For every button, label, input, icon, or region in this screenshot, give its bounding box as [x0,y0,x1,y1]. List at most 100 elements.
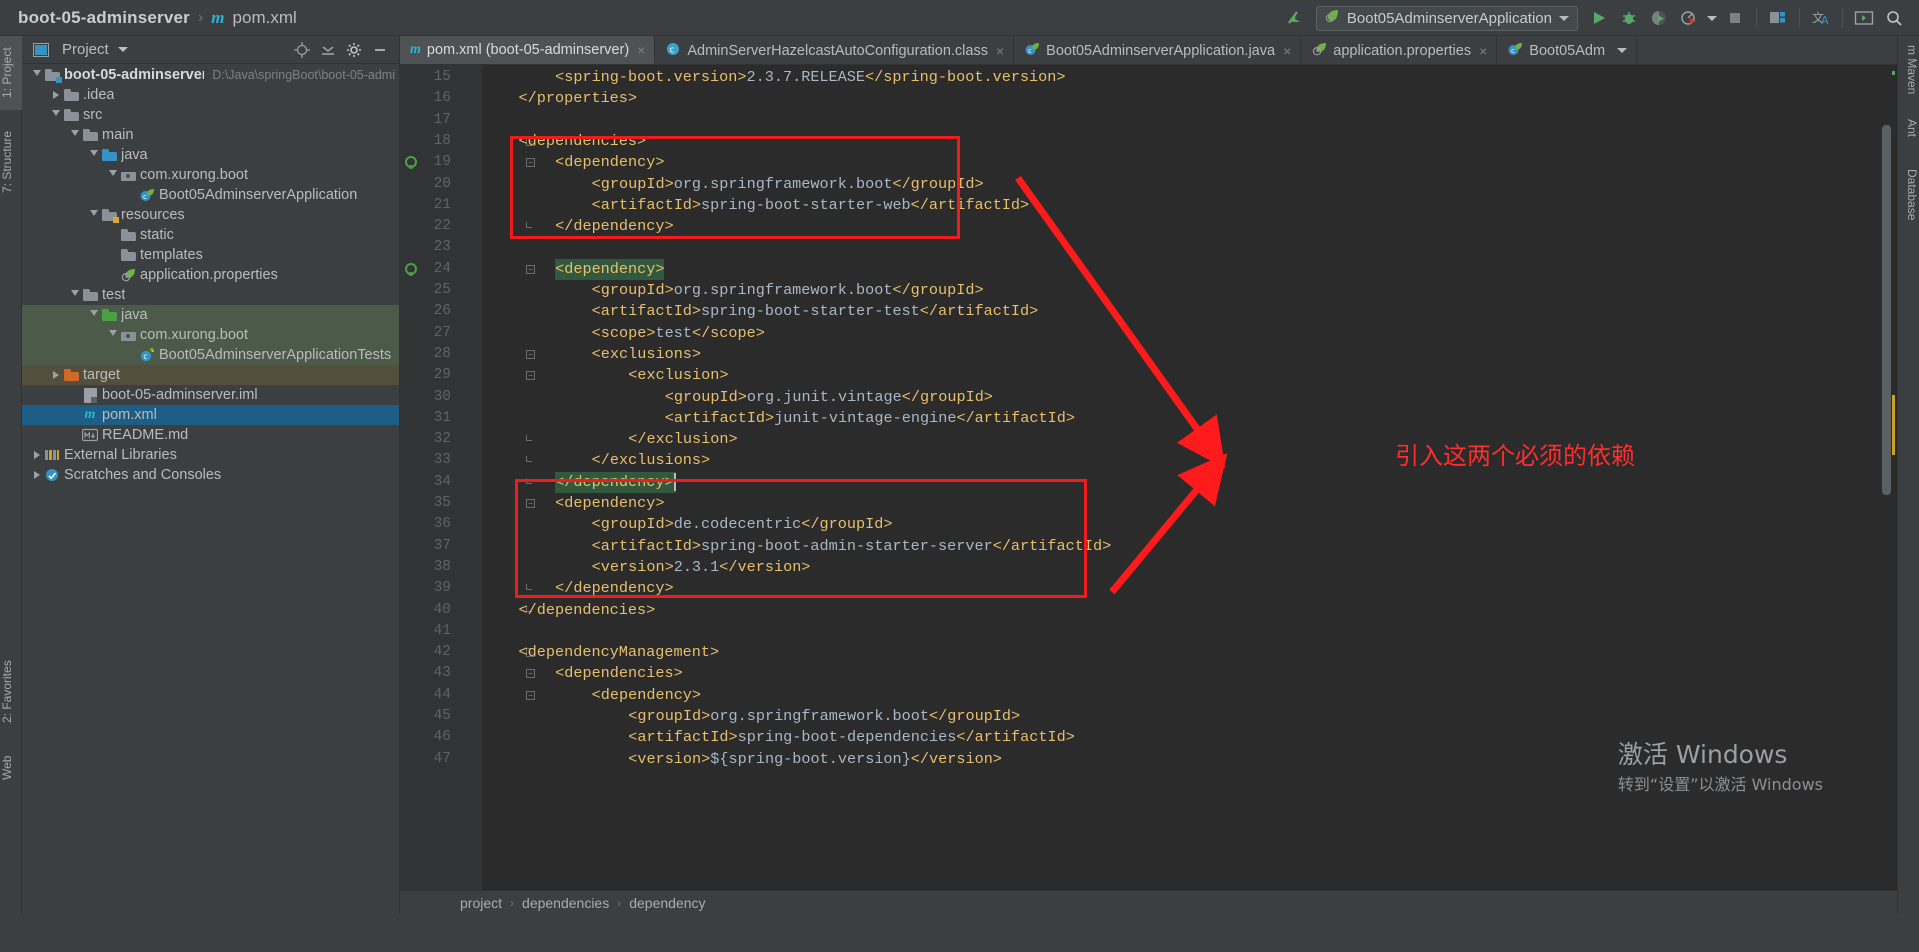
code-line[interactable]: <artifactId>junit-vintage-engine</artifa… [665,408,1075,429]
tree-row[interactable]: External Libraries [22,445,399,465]
code-line[interactable]: <dependencyManagement> [519,642,720,663]
tree-row[interactable]: com.xurong.boot [22,325,399,345]
chevron-down-icon[interactable] [68,125,81,145]
editor-tab[interactable]: application.properties × [1301,36,1498,64]
tree-row[interactable]: README.md [22,425,399,445]
chevron-down-icon[interactable] [49,105,62,125]
code-line[interactable]: </dependency> [555,578,673,599]
chevron-right-icon[interactable] [30,465,43,485]
project-structure-icon[interactable] [1763,4,1793,32]
profiler-dropdown-icon[interactable] [1704,4,1720,32]
code-line[interactable]: <dependency> [592,685,701,706]
code-line[interactable]: <groupId>org.springframework.boot</group… [592,174,984,195]
code-line[interactable]: <exclusions> [592,344,701,365]
editor-gutter[interactable]: 15 16 17 18 19 20 21 22 23 24 25 26 27 28 29 30 31 32 33 34… [400,65,460,890]
code-line[interactable]: <dependency> [555,152,664,173]
code-line[interactable]: </exclusion> [628,429,737,450]
chevron-down-icon[interactable] [106,165,119,185]
editor-vertical-scrollbar[interactable] [1882,125,1891,495]
tree-row[interactable]: c Boot05AdminserverApplicationTests [22,345,399,365]
translate-icon[interactable]: 文A [1806,4,1836,32]
code-line[interactable]: </dependency> [555,216,673,237]
chevron-down-icon[interactable] [106,325,119,345]
tree-row[interactable]: application.properties [22,265,399,285]
code-line[interactable]: </properties> [519,88,637,109]
tree-row[interactable]: java [22,305,399,325]
debug-icon[interactable] [1614,4,1644,32]
code-line[interactable]: <artifactId>spring-boot-admin-starter-se… [592,536,1112,557]
close-icon[interactable]: × [996,43,1004,59]
close-icon[interactable]: × [1479,43,1487,59]
tree-row[interactable]: boot-05-adminserver.iml [22,385,399,405]
breadcrumb-item[interactable]: project [460,895,502,911]
tree-row[interactable]: m pom.xml [22,405,399,425]
tree-row[interactable]: templates [22,245,399,265]
editor-tab[interactable]: c Boot05Adm [1497,36,1638,64]
terminal-icon[interactable] [1849,4,1879,32]
code-line[interactable]: </dependencies> [519,600,656,621]
stop-icon[interactable] [1720,4,1750,32]
code-line[interactable]: <groupId>de.codecentric</groupId> [592,514,893,535]
code-line[interactable]: <groupId>org.springframework.boot</group… [628,706,1020,727]
code-line[interactable]: <dependencies> [519,131,647,152]
code-line[interactable]: <scope>test</scope> [592,323,765,344]
tool-tab-structure[interactable]: 7: Structure [0,118,22,206]
code-line[interactable]: </dependency> [555,471,676,493]
spring-bean-gutter-icon[interactable] [405,262,417,276]
tool-tab-ant[interactable]: Ant [1897,108,1919,148]
code-line[interactable]: <dependency> [555,258,665,280]
editor-breadcrumb[interactable]: project › dependencies › dependency [400,890,1897,914]
collapse-all-icon[interactable] [315,39,341,61]
editor-tab[interactable]: c Boot05AdminserverApplication.java × [1014,36,1302,64]
editor-fold-column[interactable]: − − − − − − − − − [460,65,535,890]
code-line[interactable]: <groupId>org.springframework.boot</group… [592,280,984,301]
tool-tab-favorites[interactable]: 2: Favorites [0,646,22,738]
tree-row[interactable]: Scratches and Consoles [22,465,399,485]
chevron-down-icon[interactable] [87,205,100,225]
run-with-coverage-icon[interactable] [1644,4,1674,32]
code-line[interactable]: <version>2.3.1</version> [592,557,811,578]
code-line[interactable]: <spring-boot.version>2.3.7.RELEASE</spri… [555,67,1065,88]
tree-row[interactable]: boot-05-adminserver D:\Java\springBoot\bo… [22,65,399,85]
tree-row[interactable]: target [22,365,399,385]
close-icon[interactable]: × [637,42,645,58]
chevron-right-icon[interactable] [49,85,62,105]
chevron-down-icon[interactable] [1617,48,1628,53]
tool-tab-database[interactable]: Database [1897,156,1919,234]
titlebar-file-name[interactable]: pom.xml [233,8,297,28]
code-line[interactable]: <exclusion> [628,365,728,386]
run-icon[interactable] [1584,4,1614,32]
tree-row[interactable]: src [22,105,399,125]
chevron-down-icon[interactable] [68,285,81,305]
locate-icon[interactable] [289,39,315,61]
code-line[interactable]: <artifactId>spring-boot-starter-test</ar… [592,301,1039,322]
chevron-down-icon[interactable] [30,65,43,85]
chevron-down-icon[interactable] [117,47,128,52]
editor-tab[interactable]: m pom.xml (boot-05-adminserver) × [400,36,656,64]
run-configuration-selector[interactable]: Boot05AdminserverApplication [1315,5,1578,31]
tool-tab-maven[interactable]: m Maven [1897,40,1919,100]
close-icon[interactable]: × [1283,43,1291,59]
tree-row[interactable]: static [22,225,399,245]
tree-row[interactable]: .idea [22,85,399,105]
chevron-down-icon[interactable] [87,305,100,325]
tool-tab-web[interactable]: Web [0,748,22,788]
tree-row[interactable]: main [22,125,399,145]
chevron-right-icon[interactable] [49,365,62,385]
editor-tab-bar[interactable]: m pom.xml (boot-05-adminserver) × c AdminSer… [400,36,1897,65]
project-tree[interactable]: boot-05-adminserver D:\Java\springBoot\bo… [22,65,399,938]
tree-row[interactable]: test [22,285,399,305]
tree-row[interactable]: resources [22,205,399,225]
tool-tab-project[interactable]: 1: Project [0,36,22,110]
code-line[interactable]: </exclusions> [592,450,710,471]
chevron-down-icon[interactable] [87,145,100,165]
tree-row[interactable]: com.xurong.boot [22,165,399,185]
breadcrumb-item[interactable]: dependencies [522,895,609,911]
search-everywhere-icon[interactable] [1879,4,1909,32]
tree-row[interactable]: java [22,145,399,165]
tree-row[interactable]: c Boot05AdminserverApplication [22,185,399,205]
hide-panel-icon[interactable] [367,39,393,61]
editor-tab[interactable]: c AdminServerHazelcastAutoConfiguration.c… [655,36,1015,64]
back-arrow-icon[interactable] [1280,4,1310,32]
chevron-right-icon[interactable] [30,445,43,465]
